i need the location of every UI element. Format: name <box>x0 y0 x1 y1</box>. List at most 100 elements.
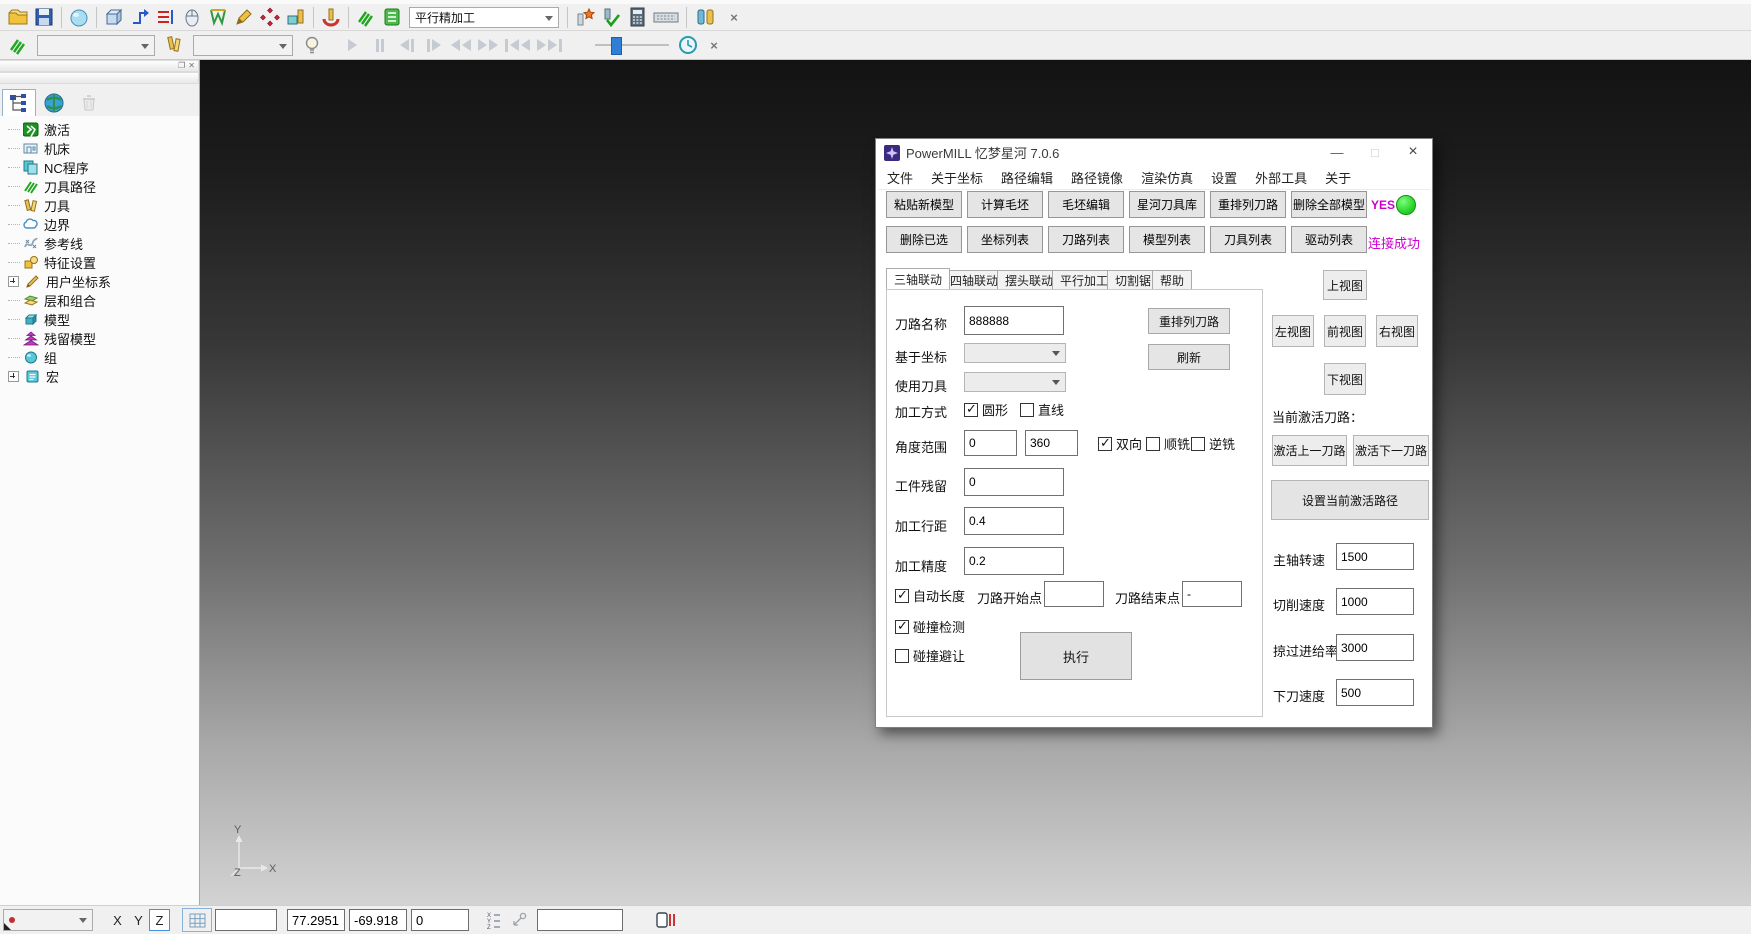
tab-explorer-tree[interactable] <box>2 89 36 117</box>
collision-check-button[interactable] <box>205 5 231 30</box>
refresh-button[interactable]: 刷新 <box>1148 344 1230 370</box>
dock-window-icon[interactable]: ❐ <box>178 62 185 70</box>
sim-close-button[interactable]: × <box>701 33 727 58</box>
tool-use-dropdown[interactable] <box>964 372 1066 392</box>
tree-item-model[interactable]: 模型 <box>0 310 199 329</box>
grid-size-input[interactable] <box>215 909 277 931</box>
tab-help[interactable]: 帮助 <box>1152 270 1192 289</box>
menu-render-sim[interactable]: 渲染仿真 <box>1132 166 1202 189</box>
coord-y-input[interactable] <box>349 909 407 931</box>
menu-file[interactable]: 文件 <box>878 166 922 189</box>
slider-handle[interactable] <box>611 37 622 55</box>
plunge-speed-input[interactable] <box>1336 679 1414 706</box>
to-end-button[interactable] <box>533 34 565 57</box>
points-pattern-button[interactable] <box>257 5 283 30</box>
auto-length-checkbox[interactable]: 自动长度 <box>895 586 965 605</box>
tree-item-pattern[interactable]: 参考线 <box>0 234 199 253</box>
menu-path-edit[interactable]: 路径编辑 <box>992 166 1062 189</box>
xyz-list-button[interactable]: XYZ <box>481 908 507 933</box>
tree-item-nc-program[interactable]: NC程序 <box>0 158 199 177</box>
sim-toolpath-button[interactable] <box>5 33 31 58</box>
step-back-button[interactable] <box>393 34 420 57</box>
skim-feed-input[interactable] <box>1336 634 1414 661</box>
tree-item-boundary[interactable]: 边界 <box>0 215 199 234</box>
delete-selected-button[interactable]: 删除已选 <box>886 226 962 253</box>
calculator-button[interactable] <box>624 5 650 30</box>
rapid-moves-button[interactable] <box>153 5 179 30</box>
coord-z-input[interactable] <box>411 909 469 931</box>
activate-prev-toolpath-button[interactable]: 激活上一刀路 <box>1272 435 1347 466</box>
draw-colour-dropdown[interactable] <box>3 909 93 931</box>
to-start-button[interactable] <box>501 34 533 57</box>
tree-expander-icon[interactable] <box>8 371 19 382</box>
maximize-button[interactable]: □ <box>1356 139 1394 165</box>
strategy-list-button[interactable] <box>379 5 405 30</box>
start-point-input[interactable] <box>1044 581 1104 607</box>
sim-toolpath-dropdown[interactable] <box>37 35 155 56</box>
keyboard-button[interactable] <box>650 5 682 30</box>
sim-light-button[interactable] <box>299 33 325 58</box>
coord-base-dropdown[interactable] <box>964 343 1066 363</box>
tree-expander-icon[interactable] <box>8 276 19 287</box>
sim-clock-button[interactable] <box>675 33 701 58</box>
save-button[interactable] <box>31 5 57 30</box>
tree-item-stock-model[interactable]: 残留模型 <box>0 329 199 348</box>
view-front-button[interactable]: 前视图 <box>1324 315 1366 347</box>
tree-item-activate[interactable]: 激活 <box>0 120 199 139</box>
drive-list-button[interactable]: 驱动列表 <box>1291 226 1367 253</box>
spindle-speed-input[interactable] <box>1336 543 1414 570</box>
rearrange-button[interactable]: 重排列刀路 <box>1148 308 1230 334</box>
mode-circular-checkbox[interactable]: 圆形 <box>964 400 1008 419</box>
fast-forward-button[interactable] <box>474 34 501 57</box>
conventional-mill-checkbox[interactable]: 逆铣 <box>1191 434 1235 453</box>
toolpath-create-button[interactable] <box>127 5 153 30</box>
execute-button[interactable]: 执行 <box>1020 632 1132 680</box>
pause-queue-button[interactable] <box>651 908 681 933</box>
bidirectional-checkbox[interactable]: 双向 <box>1098 434 1142 453</box>
end-point-input[interactable] <box>1182 581 1242 607</box>
tool-verify-button[interactable] <box>598 5 624 30</box>
tool-holder-button[interactable] <box>318 5 344 30</box>
edit-stock-button[interactable]: 毛坯编辑 <box>1048 191 1124 218</box>
tool-star-button[interactable] <box>572 5 598 30</box>
close-button[interactable]: × <box>1394 139 1432 165</box>
pause-button[interactable] <box>366 34 393 57</box>
toolpath-name-input[interactable] <box>964 306 1064 335</box>
angle-to-input[interactable] <box>1025 430 1078 456</box>
coord-list-button[interactable]: 坐标列表 <box>967 226 1043 253</box>
edit-toolpath-button[interactable] <box>231 5 257 30</box>
calc-stock-button[interactable]: 计算毛坯 <box>967 191 1043 218</box>
coord-x-input[interactable] <box>287 909 345 931</box>
model-list-button[interactable]: 模型列表 <box>1129 226 1205 253</box>
tool-library-button[interactable]: 星河刀具库 <box>1129 191 1205 218</box>
rewind-button[interactable] <box>447 34 474 57</box>
cutting-speed-input[interactable] <box>1336 588 1414 615</box>
tool-block-button[interactable] <box>283 5 309 30</box>
strategy-dropdown[interactable]: 平行精加工 <box>409 7 559 28</box>
tree-item-machine[interactable]: 机床 <box>0 139 199 158</box>
tree-item-macro[interactable]: 宏 <box>0 367 199 386</box>
set-active-path-button[interactable]: 设置当前激活路径 <box>1271 480 1429 520</box>
view-bottom-button[interactable]: 下视图 <box>1324 363 1366 395</box>
play-button[interactable] <box>339 34 366 57</box>
tree-item-levels[interactable]: 层和组合 <box>0 291 199 310</box>
stepover-input[interactable] <box>964 507 1064 535</box>
grid-toggle-button[interactable] <box>182 908 212 932</box>
tab-world[interactable] <box>37 89 71 117</box>
delete-all-models-button[interactable]: 删除全部模型 <box>1291 191 1367 218</box>
rearrange-toolpaths-button[interactable]: 重排列刀路 <box>1210 191 1286 218</box>
sim-tool-button[interactable] <box>161 33 187 58</box>
tool-list-button[interactable]: 刀具列表 <box>1210 226 1286 253</box>
shaded-view-button[interactable] <box>66 5 92 30</box>
step-forward-button[interactable] <box>420 34 447 57</box>
collision-check-checkbox[interactable]: 碰撞检测 <box>895 617 965 636</box>
block-button[interactable] <box>101 5 127 30</box>
toolpath-list-button[interactable]: 刀路列表 <box>1048 226 1124 253</box>
axis-z-button[interactable]: Z <box>149 909 170 931</box>
mouse-tool-button[interactable] <box>179 5 205 30</box>
dock-grip-bar[interactable] <box>0 72 199 84</box>
axis-x-button[interactable]: X <box>107 909 128 931</box>
view-right-button[interactable]: 右视图 <box>1376 315 1418 347</box>
mode-linear-checkbox[interactable]: 直线 <box>1020 400 1064 419</box>
climb-mill-checkbox[interactable]: 顺铣 <box>1146 434 1190 453</box>
